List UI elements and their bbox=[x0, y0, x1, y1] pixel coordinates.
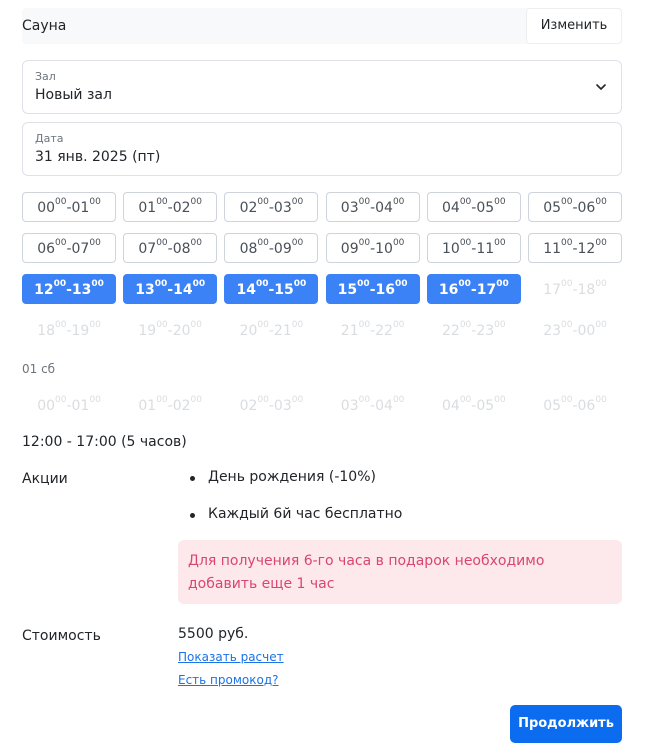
time-slot-10-11[interactable]: 1000-1100 bbox=[426, 233, 521, 263]
hall-label: Зал bbox=[35, 70, 56, 83]
time-slot-15-16[interactable]: 1500-1600 bbox=[325, 274, 420, 304]
time-slot-04-05[interactable]: 0400-0500 bbox=[426, 192, 521, 222]
hall-value: Новый зал bbox=[35, 87, 112, 103]
time-slot-05-06[interactable]: 0500-0600 bbox=[528, 192, 622, 222]
time-slot-05-06: 0500-0600 bbox=[543, 395, 607, 414]
cost-value: 5500 руб. bbox=[178, 626, 249, 642]
time-slot-06-07[interactable]: 0600-0700 bbox=[22, 233, 116, 263]
promotion-item: День рождения (-10%) bbox=[208, 469, 376, 485]
time-slot-14-15[interactable]: 1400-1500 bbox=[224, 274, 319, 304]
show-calculation-link[interactable]: Показать расчет bbox=[178, 650, 284, 664]
hall-select[interactable]: Зал Новый зал bbox=[22, 60, 622, 114]
time-slot-03-04: 0300-0400 bbox=[340, 395, 405, 414]
time-slot-20-21: 2000-2100 bbox=[239, 320, 304, 339]
time-slot-23-00: 2300-0000 bbox=[543, 320, 607, 339]
time-slot-09-10[interactable]: 0900-1000 bbox=[325, 233, 420, 263]
promotion-alert: Для получения 6-го часа в подарок необхо… bbox=[178, 540, 622, 604]
time-slot-01-02[interactable]: 0100-0200 bbox=[123, 192, 218, 222]
date-field[interactable]: Дата 31 янв. 2025 (пт) bbox=[22, 122, 622, 176]
time-slot-22-23: 2200-2300 bbox=[441, 320, 506, 339]
time-slot-07-08[interactable]: 0700-0800 bbox=[123, 233, 218, 263]
time-slot-18-19: 1800-1900 bbox=[37, 320, 101, 339]
time-slot-02-03: 0200-0300 bbox=[239, 395, 304, 414]
time-slot-16-17[interactable]: 1600-1700 bbox=[426, 274, 521, 304]
date-label: Дата bbox=[35, 132, 64, 145]
selected-time-summary: 12:00 - 17:00 (5 часов) bbox=[22, 434, 187, 450]
next-day-label: 01 сб bbox=[22, 362, 56, 376]
time-slot-00-01[interactable]: 0000-0100 bbox=[22, 192, 116, 222]
time-slot-08-09[interactable]: 0800-0900 bbox=[224, 233, 319, 263]
service-bar: Сауна Изменить bbox=[22, 8, 622, 44]
time-slot-01-02: 0100-0200 bbox=[138, 395, 202, 414]
continue-button[interactable]: Продолжить bbox=[510, 705, 622, 743]
time-slot-04-05: 0400-0500 bbox=[441, 395, 506, 414]
promotions-title: Акции bbox=[22, 471, 68, 487]
promo-code-link[interactable]: Есть промокод? bbox=[178, 673, 279, 687]
time-slot-13-14[interactable]: 1300-1400 bbox=[123, 274, 218, 304]
time-slot-17-18: 1700-1800 bbox=[543, 279, 607, 298]
time-slot-12-13[interactable]: 1200-1300 bbox=[22, 274, 116, 304]
time-slot-02-03[interactable]: 0200-0300 bbox=[224, 192, 319, 222]
bullet-icon bbox=[190, 476, 195, 481]
time-slot-03-04[interactable]: 0300-0400 bbox=[325, 192, 420, 222]
time-slot-11-12[interactable]: 1100-1200 bbox=[528, 233, 622, 263]
cost-label: Стоимость bbox=[22, 628, 101, 644]
date-value: 31 янв. 2025 (пт) bbox=[35, 149, 161, 165]
time-slot-00-01: 0000-0100 bbox=[37, 395, 101, 414]
bullet-icon bbox=[190, 513, 195, 518]
time-slot-21-22: 2100-2200 bbox=[340, 320, 405, 339]
time-slot-19-20: 1900-2000 bbox=[138, 320, 202, 339]
service-name: Сауна bbox=[22, 18, 67, 34]
promotion-item: Каждый 6й час бесплатно bbox=[208, 506, 403, 522]
change-button[interactable]: Изменить bbox=[526, 8, 622, 44]
chevron-down-icon bbox=[596, 84, 606, 90]
